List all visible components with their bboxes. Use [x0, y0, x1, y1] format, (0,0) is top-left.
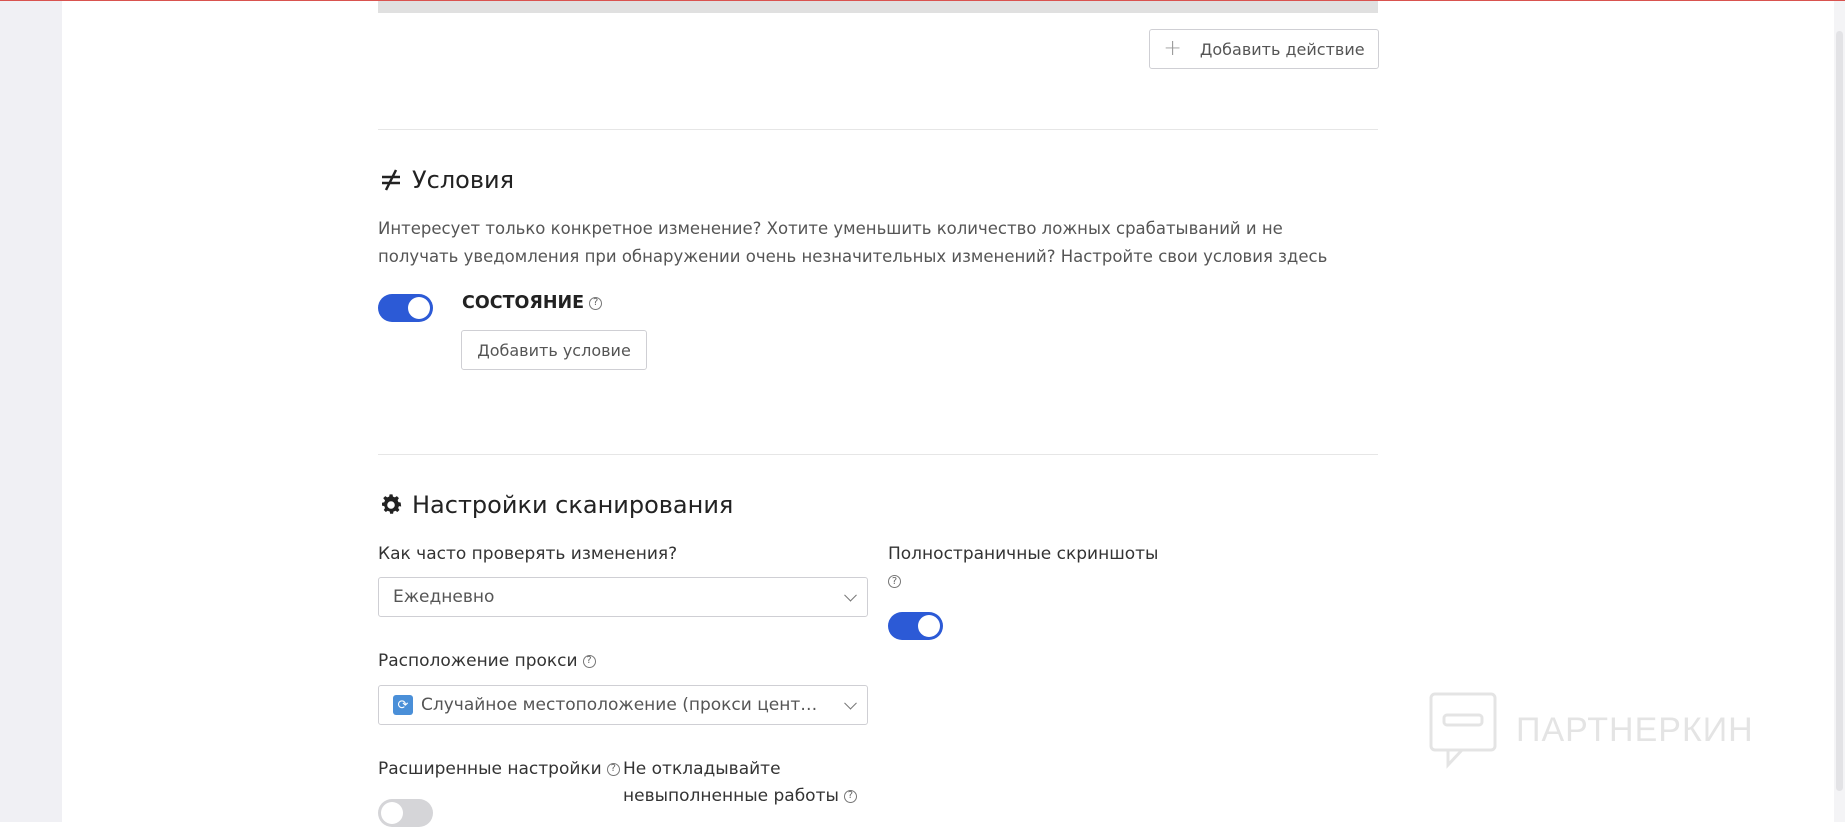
- conditions-description: Интересует только конкретное изменение? …: [378, 219, 1328, 266]
- frequency-label: Как часто проверять изменения?: [378, 544, 678, 564]
- no-delay-label-line2: невыполненные работы: [623, 786, 839, 806]
- actions-panel-bottom: [378, 1, 1378, 13]
- help-icon[interactable]: ?: [888, 575, 901, 588]
- scan-settings-title-text: Настройки сканирования: [412, 491, 734, 519]
- add-condition-button[interactable]: Добавить условие: [461, 330, 647, 370]
- conditions-title-text: Условия: [412, 166, 515, 194]
- fullpage-screenshots-label: Полностраничные скриншоты: [888, 544, 1159, 564]
- watermark-logo-icon: [1429, 692, 1497, 769]
- help-icon[interactable]: ?: [843, 789, 857, 803]
- watermark: ПАРТНЕРКИН: [1428, 691, 1754, 769]
- conditions-title: Условия: [378, 166, 514, 194]
- scrollbar-thumb[interactable]: [1836, 31, 1843, 791]
- plus-icon: +: [1163, 36, 1182, 61]
- toggle-knob: [408, 297, 430, 319]
- proxy-label-text: Расположение прокси: [378, 651, 578, 671]
- frequency-select[interactable]: Ежедневно: [378, 577, 868, 617]
- not-equal-icon: [378, 167, 404, 193]
- add-condition-label: Добавить условие: [477, 340, 631, 360]
- state-label: СОСТОЯНИЕ ?: [462, 293, 603, 313]
- proxy-select[interactable]: ⟳ Случайное местоположение (прокси центр…: [378, 685, 868, 725]
- help-icon[interactable]: ?: [582, 654, 596, 668]
- left-gutter: [0, 1, 62, 822]
- help-icon[interactable]: ?: [606, 762, 620, 776]
- proxy-value: Случайное местоположение (прокси центра …: [421, 695, 827, 715]
- chevron-down-icon: [844, 588, 857, 602]
- advanced-settings-label-text: Расширенные настройки: [378, 759, 602, 779]
- no-delay-label: невыполненные работы ?: [623, 786, 857, 806]
- state-label-text: СОСТОЯНИЕ: [462, 293, 585, 313]
- gear-icon: [378, 492, 404, 518]
- advanced-settings-toggle[interactable]: [378, 799, 433, 827]
- fullpage-screenshots-toggle[interactable]: [888, 612, 943, 640]
- chevron-down-icon: [844, 696, 857, 710]
- scrollbar[interactable]: [1834, 1, 1845, 822]
- watermark-text: ПАРТНЕРКИН: [1516, 710, 1754, 749]
- advanced-settings-label: Расширенные настройки ?: [378, 759, 620, 779]
- scan-settings-title: Настройки сканирования: [378, 491, 733, 519]
- add-action-label: Добавить действие: [1199, 39, 1365, 59]
- no-delay-label-line1: Не откладывайте: [623, 759, 781, 779]
- refresh-icon: ⟳: [393, 695, 413, 715]
- help-icon[interactable]: ?: [589, 296, 603, 310]
- add-action-button[interactable]: + Добавить действие: [1149, 29, 1379, 69]
- conditions-toggle[interactable]: [378, 294, 433, 322]
- toggle-knob: [918, 615, 940, 637]
- frequency-value: Ежедневно: [393, 587, 495, 607]
- divider: [378, 129, 1378, 130]
- proxy-label: Расположение прокси ?: [378, 651, 596, 671]
- divider: [378, 454, 1378, 455]
